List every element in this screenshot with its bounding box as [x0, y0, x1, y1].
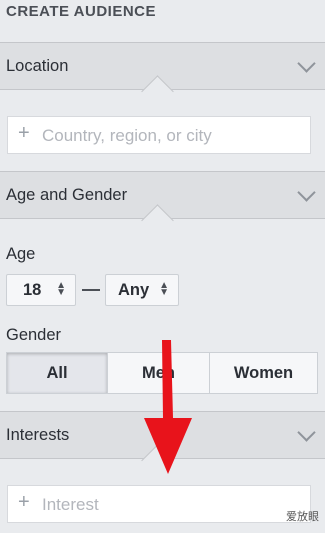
- chevron-down-icon[interactable]: [297, 183, 316, 202]
- location-section-title: Location: [6, 57, 69, 75]
- age-label: Age: [6, 245, 36, 263]
- gender-label: Gender: [6, 326, 62, 344]
- stepper-icon: ▲ ▼: [159, 280, 169, 298]
- location-input-placeholder: Country, region, or city: [42, 126, 212, 145]
- age-min-value: 18: [23, 281, 42, 299]
- age-gender-section-title: Age and Gender: [6, 186, 128, 204]
- gender-all-button[interactable]: All: [6, 352, 108, 394]
- age-range-dash: [82, 289, 100, 291]
- gender-women-button[interactable]: Women: [209, 352, 318, 394]
- location-input[interactable]: + Country, region, or city: [7, 116, 311, 154]
- age-min-select[interactable]: 18 ▲ ▼: [6, 274, 76, 306]
- stepper-icon: ▲ ▼: [56, 280, 66, 298]
- interest-input-placeholder: Interest: [42, 495, 99, 514]
- watermark-text: 爱放眼: [286, 511, 319, 523]
- chevron-down-icon[interactable]: [297, 423, 316, 442]
- chevron-down-icon[interactable]: [297, 54, 316, 73]
- plus-icon: +: [18, 122, 30, 144]
- age-max-select[interactable]: Any ▲ ▼: [105, 274, 179, 306]
- age-max-value: Any: [118, 281, 150, 299]
- interests-section-title: Interests: [6, 426, 70, 444]
- red-arrow-annotation: [144, 340, 192, 474]
- page-title: CREATE AUDIENCE: [6, 3, 157, 20]
- interest-input[interactable]: + Interest: [7, 485, 311, 523]
- plus-icon: +: [18, 491, 30, 513]
